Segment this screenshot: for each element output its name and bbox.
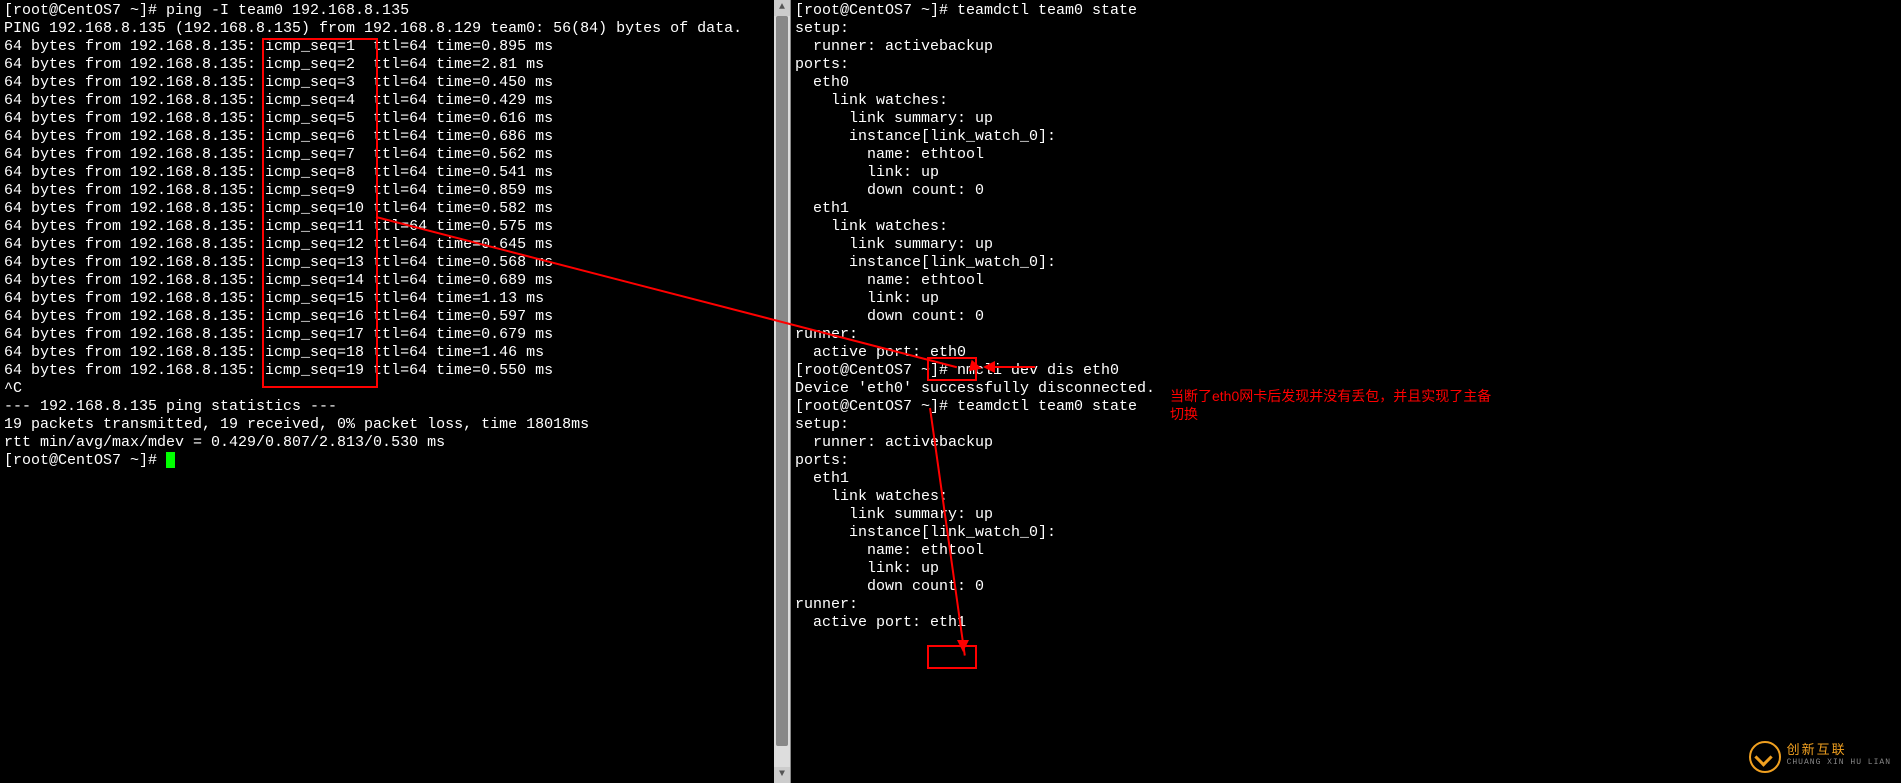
logo-en-text: CHUANG XIN HU LIAN bbox=[1787, 757, 1891, 769]
scroll-up-icon[interactable]: ▲ bbox=[774, 0, 790, 16]
annotation-line2: 切换 bbox=[1170, 406, 1198, 422]
logo-cn-text: 创新互联 bbox=[1787, 745, 1891, 757]
highlight-active-port-eth1 bbox=[927, 645, 977, 669]
annotation-text: 当断了eth0网卡后发现并没有丢包，并且实现了主备 切换 bbox=[1170, 387, 1550, 423]
watermark-logo: 创新互联 CHUANG XIN HU LIAN bbox=[1749, 741, 1891, 773]
left-scrollbar[interactable]: ▲ ▼ bbox=[774, 0, 790, 783]
right-terminal-output[interactable]: [root@CentOS7 ~]# teamdctl team0 state s… bbox=[791, 0, 1901, 634]
left-terminal-pane[interactable]: [root@CentOS7 ~]# ping -I team0 192.168.… bbox=[0, 0, 791, 783]
left-scroll-thumb[interactable] bbox=[776, 16, 788, 746]
logo-icon bbox=[1749, 741, 1781, 773]
cursor bbox=[166, 452, 175, 468]
left-terminal-output[interactable]: [root@CentOS7 ~]# ping -I team0 192.168.… bbox=[0, 0, 790, 472]
scroll-down-icon[interactable]: ▼ bbox=[774, 767, 790, 783]
annotation-line1: 当断了eth0网卡后发现并没有丢包，并且实现了主备 bbox=[1170, 388, 1491, 404]
